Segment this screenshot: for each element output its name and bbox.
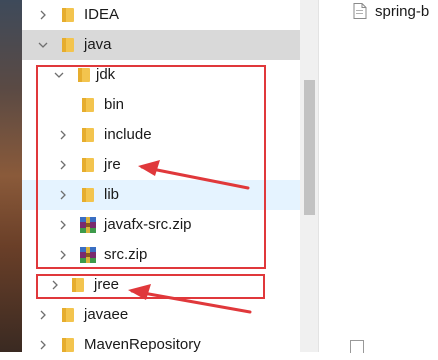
annotation-arrows bbox=[128, 160, 252, 314]
arrow-to-jree bbox=[128, 284, 252, 314]
arrow-to-jre bbox=[138, 160, 250, 190]
